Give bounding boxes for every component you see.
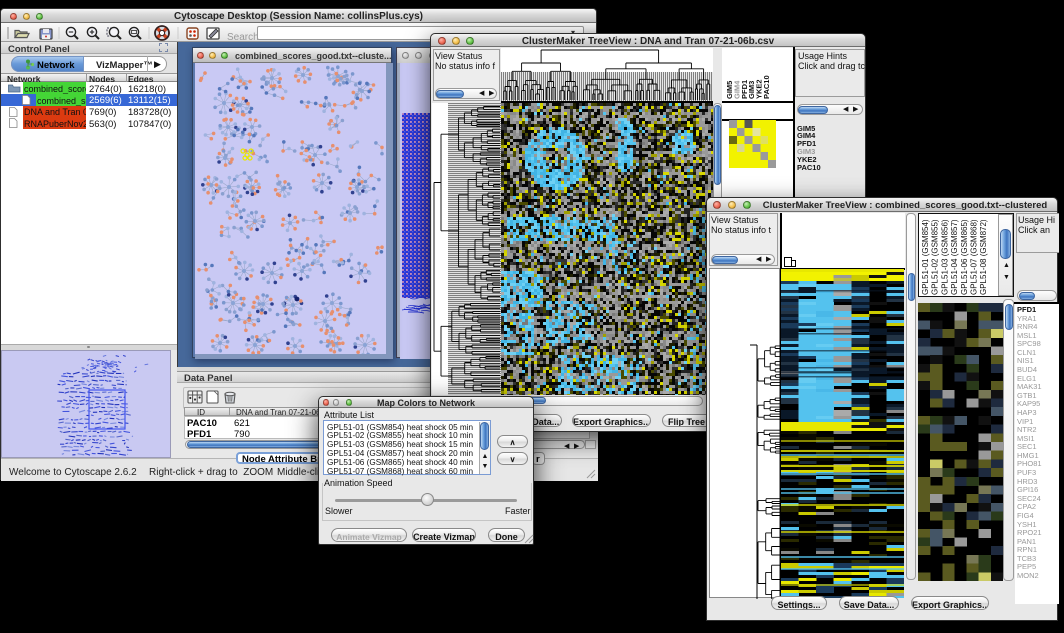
svg-text:GPL51-01 (GSM854): GPL51-01 (GSM854) [921,219,930,295]
svg-text:PAC10: PAC10 [762,75,771,99]
svg-text:GPL51-03 (GSM856): GPL51-03 (GSM856) [940,219,949,295]
svg-text:GPL51-07 (GSM868): GPL51-07 (GSM868) [970,219,979,295]
svg-text:GPL51-04 (GSM857): GPL51-04 (GSM857) [950,219,959,295]
svg-text:GPL51-08 (GSM872): GPL51-08 (GSM872) [979,219,988,295]
svg-text:GPL51-02 (GSM855): GPL51-02 (GSM855) [931,219,940,295]
svg-text:GPL51-06 (GSM865): GPL51-06 (GSM865) [960,219,969,295]
